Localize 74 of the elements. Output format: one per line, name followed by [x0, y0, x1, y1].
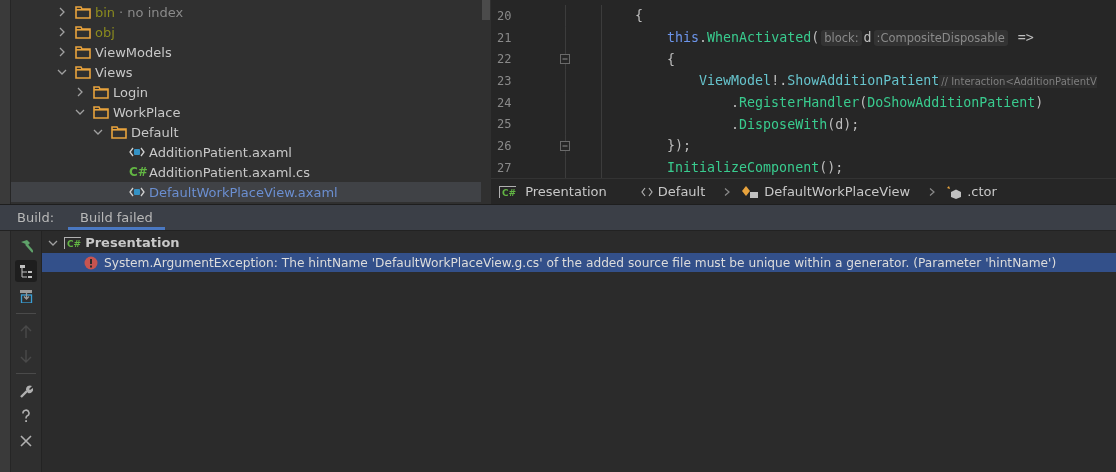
chevron-down-icon[interactable]: [57, 67, 67, 77]
folder-icon: [75, 5, 91, 19]
code-text: !.: [771, 73, 788, 89]
code-comment: // Interaction<AdditionPatientV: [939, 75, 1097, 89]
code-text: (d);: [827, 116, 860, 132]
chevron-right-icon[interactable]: [57, 27, 67, 37]
tree-item[interactable]: Default: [11, 122, 481, 142]
code-text: (: [811, 30, 820, 46]
code-text: {: [666, 51, 676, 67]
csharp-file-icon: C#: [129, 165, 145, 179]
code-text: =>: [1016, 30, 1034, 46]
tree-item[interactable]: obj: [11, 22, 481, 42]
breadcrumb-item[interactable]: Default: [640, 184, 706, 199]
code-keyword: this: [666, 30, 700, 46]
code-identifier: ShowAdditionPatient: [787, 73, 940, 89]
chevron-right-icon[interactable]: [57, 7, 67, 17]
line-number: 25: [496, 117, 513, 132]
folder-icon: [93, 105, 109, 119]
line-number: 24: [496, 95, 513, 110]
constructor-icon: [946, 184, 963, 199]
line-number: 27: [496, 160, 513, 175]
panel-label: Build:: [17, 210, 54, 225]
tree-item[interactable]: WorkPlace: [11, 102, 481, 122]
folder-icon: [75, 45, 91, 59]
inlay-hint: :CompositeDisposable: [873, 30, 1008, 47]
line-number: 21: [496, 30, 513, 45]
tree-item[interactable]: Login: [11, 82, 481, 102]
error-icon: [84, 255, 98, 270]
code-identifier: ViewModel: [698, 73, 772, 89]
scrollbar-thumb[interactable]: [482, 0, 490, 20]
fold-marker-icon[interactable]: [560, 54, 570, 65]
code-method: InitializeComponent: [666, 160, 820, 176]
breadcrumb-item[interactable]: DefaultWorkPlaceView: [741, 184, 911, 199]
chevron-right-icon[interactable]: [75, 87, 85, 97]
chevron-down-icon[interactable]: [75, 107, 85, 117]
code-method: WhenActivated: [707, 30, 812, 46]
code-text: (: [859, 95, 868, 111]
braces-icon: [640, 185, 653, 198]
tree-item[interactable]: ViewModels: [11, 42, 481, 62]
tree-item[interactable]: bin · no index: [11, 2, 481, 22]
breadcrumb-item[interactable]: .ctor: [946, 184, 997, 199]
code-text: .: [730, 116, 740, 132]
fold-marker-icon[interactable]: [560, 140, 570, 151]
line-number: 22: [496, 52, 513, 67]
code-text: .: [730, 95, 740, 111]
breadcrumb-item[interactable]: C# Presentation: [499, 184, 607, 199]
chevron-down-icon[interactable]: [93, 127, 103, 137]
project-row[interactable]: C# Presentation: [42, 233, 1116, 252]
code-text: ): [1035, 95, 1044, 111]
class-icon: [741, 184, 760, 199]
line-number: 20: [496, 8, 513, 23]
line-number: 23: [496, 73, 513, 88]
inlay-hint: block:: [821, 30, 862, 47]
line-number: 26: [496, 138, 513, 153]
markup-file-icon: [129, 146, 145, 158]
folder-icon: [93, 85, 109, 99]
code-text: ();: [819, 160, 844, 176]
code-text: .: [699, 30, 708, 46]
folder-icon: [75, 25, 91, 39]
code-text: });: [666, 138, 692, 154]
error-message-row[interactable]: System.ArgumentException: The hintName 'DefaultWorkPlaceView.g.cs' of the added source file must be unique within a generator. (Parameter 'hintName'): [42, 253, 1116, 272]
code-text: {: [634, 8, 644, 24]
tree-item[interactable]: C#AdditionPatient.axaml.cs: [11, 162, 481, 182]
folder-icon: [111, 125, 127, 139]
tree-item[interactable]: AdditionPatient.axaml: [11, 142, 481, 162]
code-method: RegisterHandler: [739, 95, 860, 111]
tree-item[interactable]: Views: [11, 62, 481, 82]
chevron-right-icon[interactable]: [57, 47, 67, 57]
markup-file-icon: [129, 186, 145, 198]
folder-icon: [75, 65, 91, 79]
code-method: DoShowAdditionPatient: [867, 95, 1036, 111]
tree-view-icon[interactable]: [15, 260, 37, 282]
code-method: DisposeWith: [739, 116, 828, 132]
code-text: d: [863, 30, 872, 46]
